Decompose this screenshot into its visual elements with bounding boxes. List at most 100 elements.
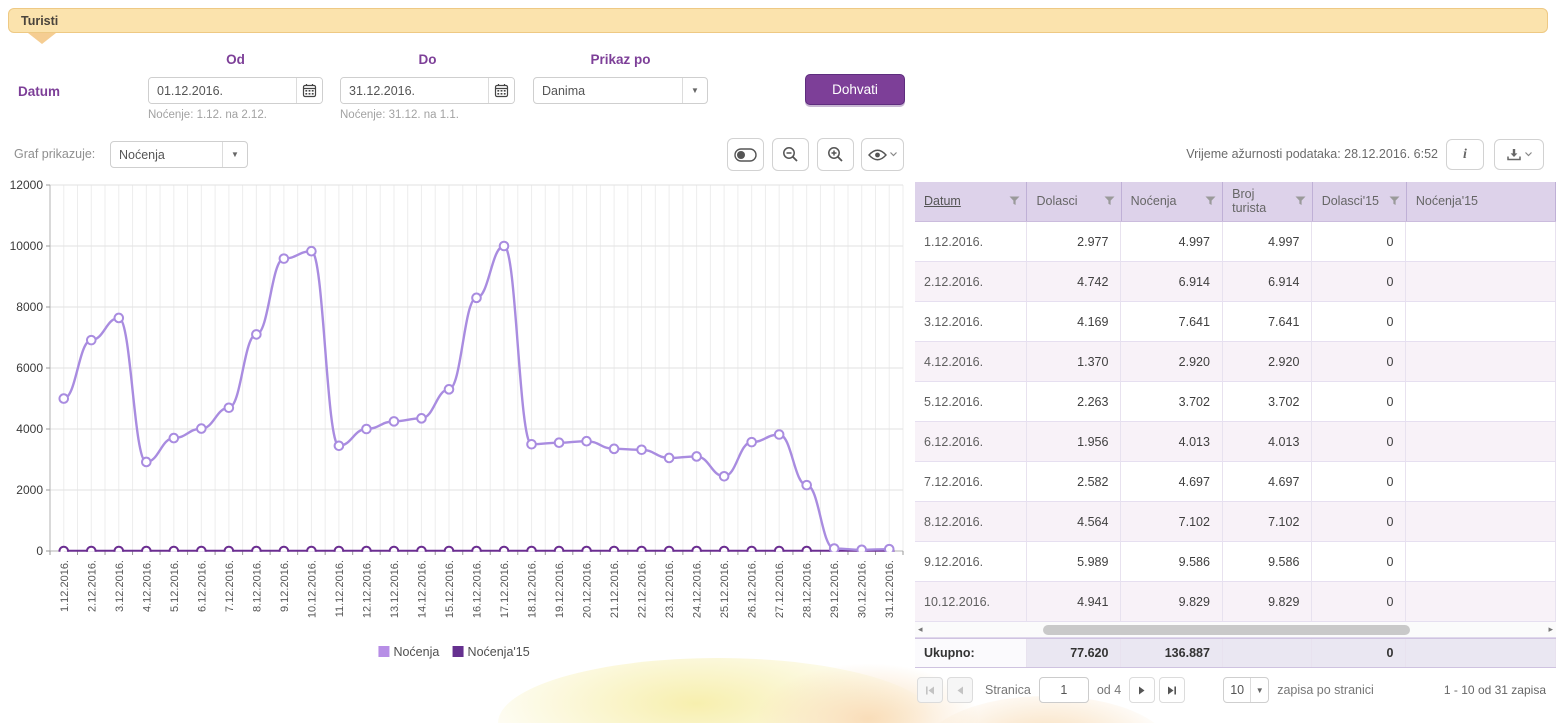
cell-date: 10.12.2016. — [915, 582, 1027, 621]
cell-value: 6.914 — [1223, 262, 1312, 301]
last-page-icon — [1167, 686, 1177, 695]
page: Turisti Od Do Prikaz po Datum Noćenje: 1… — [0, 0, 1556, 723]
export-button[interactable] — [1494, 139, 1544, 170]
cell-value: 2.977 — [1027, 222, 1121, 261]
calendar-icon[interactable] — [488, 78, 514, 103]
table-row[interactable]: 7.12.2016.2.5824.6974.6970 — [915, 462, 1556, 502]
cell-value: 0 — [1312, 382, 1406, 421]
graf-prikazuje-label: Graf prikazuje: — [14, 147, 95, 161]
filter-icon[interactable] — [1295, 196, 1306, 206]
cell-value — [1406, 222, 1556, 261]
info-icon: i — [1463, 147, 1467, 163]
scroll-right-icon[interactable]: ▸ — [1548, 624, 1553, 635]
datum-label: Datum — [18, 84, 60, 99]
svg-text:25.12.2016.: 25.12.2016. — [719, 560, 731, 618]
next-page-button[interactable] — [1129, 677, 1155, 703]
date-from-group — [148, 77, 323, 104]
svg-text:7.12.2016.: 7.12.2016. — [224, 560, 236, 612]
dohvati-button[interactable]: Dohvati — [805, 74, 905, 105]
svg-text:15.12.2016.: 15.12.2016. — [444, 560, 456, 618]
page-number-input[interactable] — [1039, 677, 1089, 703]
column-label: Noćenja — [1131, 195, 1177, 209]
cell-value: 4.997 — [1223, 222, 1312, 261]
cell-date: 9.12.2016. — [915, 542, 1027, 581]
cell-value: 3.702 — [1223, 382, 1312, 421]
zoom-in-button[interactable] — [817, 138, 854, 171]
column-header-datum[interactable]: Datum — [915, 182, 1027, 221]
table-row[interactable]: 2.12.2016.4.7426.9146.9140 — [915, 262, 1556, 302]
table-row[interactable]: 6.12.2016.1.9564.0134.0130 — [915, 422, 1556, 462]
table-body: 1.12.2016.2.9774.9974.99702.12.2016.4.74… — [915, 222, 1556, 622]
download-icon — [1506, 148, 1522, 162]
table-row[interactable]: 9.12.2016.5.9899.5869.5860 — [915, 542, 1556, 582]
table-header: Datum Dolasci Noćenja Broj turista Dolas… — [915, 182, 1556, 222]
table-row[interactable]: 1.12.2016.2.9774.9974.9970 — [915, 222, 1556, 262]
line-chart[interactable]: 0200040006000800010000120001.12.2016.2.1… — [0, 176, 910, 676]
chevron-down-icon: ▼ — [222, 142, 247, 167]
zoom-out-button[interactable] — [772, 138, 809, 171]
scroll-left-icon[interactable]: ◂ — [918, 624, 923, 635]
totals-dolasci15: 0 — [1312, 639, 1406, 667]
prikaz-po-select[interactable]: Danima ▼ — [533, 77, 708, 104]
table-row[interactable]: 8.12.2016.4.5647.1027.1020 — [915, 502, 1556, 542]
table-row[interactable]: 3.12.2016.4.1697.6417.6410 — [915, 302, 1556, 342]
cell-value: 7.102 — [1121, 502, 1222, 541]
filter-icon[interactable] — [1389, 196, 1400, 206]
cell-value — [1406, 262, 1556, 301]
horizontal-scrollbar[interactable]: ◂ ▸ — [915, 622, 1556, 638]
column-header-dolasci15[interactable]: Dolasci'15 — [1313, 182, 1407, 221]
svg-text:11.12.2016.: 11.12.2016. — [334, 560, 346, 617]
svg-text:10000: 10000 — [10, 239, 44, 253]
date-to-group — [340, 77, 515, 104]
cell-value — [1406, 382, 1556, 421]
svg-text:12.12.2016.: 12.12.2016. — [361, 560, 373, 618]
first-page-button[interactable] — [917, 677, 943, 703]
svg-text:8.12.2016.: 8.12.2016. — [251, 560, 263, 612]
calendar-icon[interactable] — [296, 78, 322, 103]
svg-text:26.12.2016.: 26.12.2016. — [747, 560, 759, 618]
table-row[interactable]: 10.12.2016.4.9419.8299.8290 — [915, 582, 1556, 622]
svg-text:12000: 12000 — [10, 178, 44, 192]
cell-date: 6.12.2016. — [915, 422, 1027, 461]
date-to-input[interactable] — [341, 78, 488, 103]
column-header-broj-turista[interactable]: Broj turista — [1223, 182, 1313, 221]
totals-broj-turista — [1223, 639, 1312, 667]
table-row[interactable]: 5.12.2016.2.2633.7023.7020 — [915, 382, 1556, 422]
scrollbar-thumb[interactable] — [1043, 625, 1410, 635]
date-from-input[interactable] — [149, 78, 296, 103]
toggle-series-button[interactable] — [727, 138, 764, 171]
cell-value: 1.956 — [1027, 422, 1121, 461]
visibility-menu-button[interactable] — [861, 138, 904, 171]
page-size-select[interactable]: 10 ▼ — [1223, 677, 1269, 703]
svg-text:6000: 6000 — [16, 361, 43, 375]
filter-icon[interactable] — [1009, 196, 1020, 206]
stranica-label: Stranica — [985, 683, 1031, 697]
previous-page-button[interactable] — [947, 677, 973, 703]
table-row[interactable]: 4.12.2016.1.3702.9202.9200 — [915, 342, 1556, 382]
cell-value: 4.997 — [1121, 222, 1222, 261]
svg-text:2000: 2000 — [16, 483, 43, 497]
svg-text:3.12.2016.: 3.12.2016. — [114, 560, 126, 612]
column-header-nocenja[interactable]: Noćenja — [1122, 182, 1223, 221]
info-button[interactable]: i — [1446, 139, 1484, 170]
column-label: Dolasci — [1036, 195, 1077, 209]
filter-icon[interactable] — [1104, 196, 1115, 206]
cell-value: 3.702 — [1121, 382, 1222, 421]
svg-text:24.12.2016.: 24.12.2016. — [692, 560, 704, 618]
svg-text:18.12.2016.: 18.12.2016. — [527, 560, 539, 618]
per-page-label: zapisa po stranici — [1277, 683, 1374, 697]
svg-text:28.12.2016.: 28.12.2016. — [802, 560, 814, 618]
cell-value: 4.742 — [1027, 262, 1121, 301]
column-header-dolasci[interactable]: Dolasci — [1027, 182, 1121, 221]
svg-text:22.12.2016.: 22.12.2016. — [637, 560, 649, 618]
first-page-icon — [925, 686, 935, 695]
svg-text:1.12.2016.: 1.12.2016. — [59, 560, 71, 612]
cell-value: 4.697 — [1223, 462, 1312, 501]
graf-prikazuje-select[interactable]: Noćenja ▼ — [110, 141, 248, 168]
filter-icon[interactable] — [1205, 196, 1216, 206]
column-header-nocenja15[interactable]: Noćenja'15 — [1407, 182, 1556, 221]
cell-value: 2.582 — [1027, 462, 1121, 501]
tab-turisti[interactable]: Turisti — [8, 8, 1548, 33]
svg-text:27.12.2016.: 27.12.2016. — [774, 560, 786, 618]
last-page-button[interactable] — [1159, 677, 1185, 703]
